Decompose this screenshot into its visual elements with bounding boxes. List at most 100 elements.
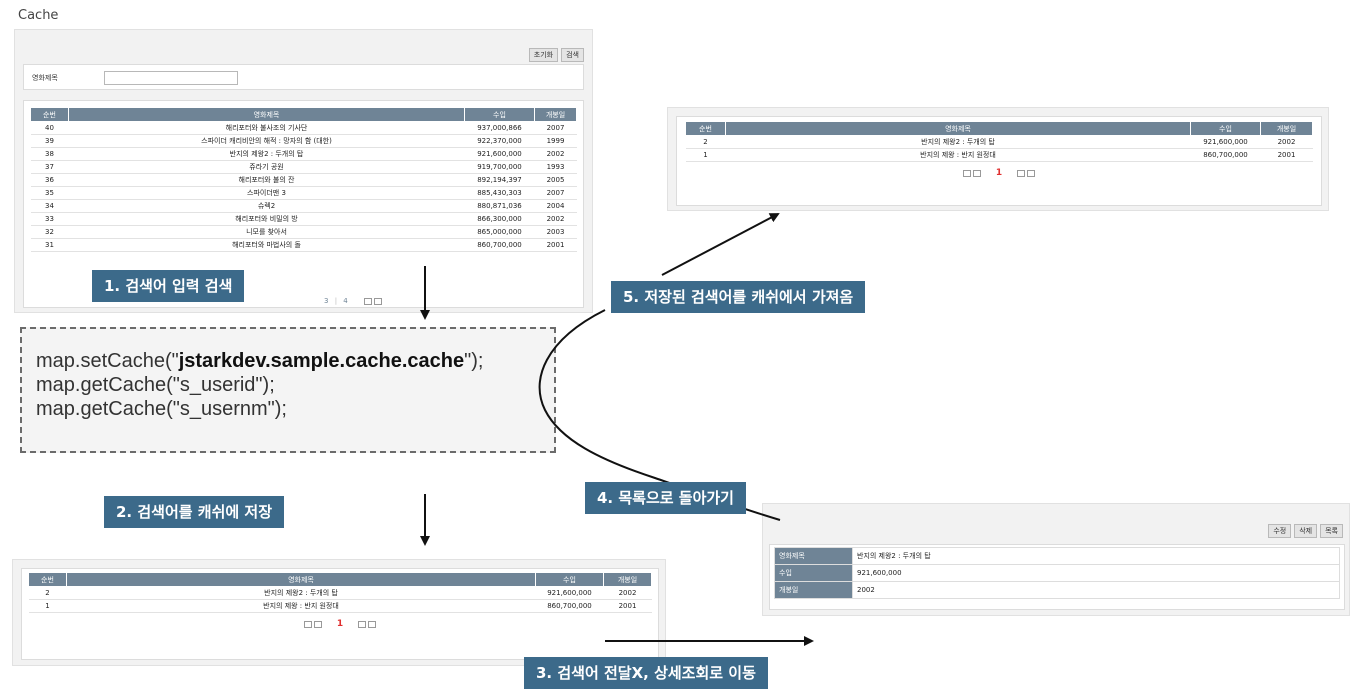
cell-title[interactable]: 반지의 제왕2 : 두개의 탑	[725, 135, 1191, 149]
table-row[interactable]: 31 해리포터와 마법사의 돌 860,700,000 2001	[30, 238, 577, 252]
first-page-icon[interactable]	[303, 620, 312, 628]
code-snippet: map.setCache("jstarkdev.sample.cache.cac…	[20, 327, 556, 453]
cell-year: 1999	[534, 134, 577, 148]
cell-year: 2001	[603, 599, 652, 613]
cell-title[interactable]: 해리포터와 불의 잔	[68, 173, 465, 187]
cell-revenue: 892,194,397	[464, 173, 535, 187]
current-page[interactable]: 1	[337, 619, 343, 629]
next-page-icon[interactable]	[1017, 169, 1026, 177]
search-button[interactable]: 검색	[561, 48, 584, 62]
cell-year: 2002	[603, 586, 652, 600]
detail-row: 수입 921,600,000	[774, 564, 1340, 582]
table-row[interactable]: 33 해리포터와 비밀의 방 866,300,000 2002	[30, 212, 577, 226]
column-header: 개봉일	[1260, 121, 1313, 136]
cache-key: jstarkdev.sample.cache.cache	[178, 350, 465, 372]
table-row[interactable]: 39 스파이더 캐리비안의 해적 : 망자의 함 (대한) 922,370,000 1…	[30, 134, 577, 148]
field-label: 수입	[774, 564, 853, 582]
page-link[interactable]: 4	[343, 297, 347, 305]
edit-button[interactable]: 수정	[1268, 524, 1292, 538]
cell-year: 2003	[534, 225, 577, 239]
field-value: 921,600,000	[852, 564, 1340, 582]
column-header: 수입	[464, 107, 535, 122]
current-page[interactable]: 1	[996, 168, 1002, 178]
table-row[interactable]: 1 반지의 제왕 : 반지 원정대 860,700,000 2001	[28, 599, 652, 613]
table-row[interactable]: 32 니모를 찾아서 865,000,000 2003	[30, 225, 577, 239]
detail-row: 개봉일 2002	[774, 581, 1340, 599]
cell-title[interactable]: 슈렉2	[68, 199, 465, 213]
callout-step1: 1. 검색어 입력 검색	[92, 270, 245, 302]
cell-title[interactable]: 스파이더 캐리비안의 해적 : 망자의 함 (대한)	[68, 134, 465, 148]
cell-title[interactable]: 반지의 제왕 : 반지 원정대	[725, 148, 1191, 162]
page-link[interactable]: 3	[324, 297, 328, 305]
cell-year: 2002	[534, 212, 577, 226]
last-page-icon[interactable]	[374, 297, 383, 305]
cell-title[interactable]: 니모를 찾아서	[68, 225, 465, 239]
delete-button[interactable]: 삭제	[1294, 524, 1318, 538]
table-row[interactable]: 38 반지의 제왕2 : 두개의 탑 921,600,000 2002	[30, 147, 577, 161]
column-header: 순번	[28, 572, 67, 587]
table-row[interactable]: 1 반지의 제왕 : 반지 원정대 860,700,000 2001	[685, 148, 1313, 162]
pagination: 1	[28, 619, 652, 629]
cell-year: 2002	[1260, 135, 1313, 149]
list-button[interactable]: 목록	[1320, 524, 1343, 538]
cell-revenue: 866,300,000	[464, 212, 535, 226]
column-header: 영화제목	[68, 107, 465, 122]
cell-revenue: 860,700,000	[1190, 148, 1261, 162]
table-row[interactable]: 35 스파이더맨 3 885,430,303 2007	[30, 186, 577, 200]
prev-page-icon[interactable]	[313, 620, 322, 628]
arrow-step5	[661, 213, 780, 276]
detail-screen: 수정 삭제 목록 영화제목 반지의 제왕2 : 두개의 탑 수입 921,600,000…	[762, 503, 1350, 616]
search-input[interactable]	[104, 71, 238, 85]
cell-title[interactable]: 쥬라기 공원	[68, 160, 465, 174]
cell-title[interactable]: 해리포터와 마법사의 돌	[68, 238, 465, 252]
cell-title[interactable]: 반지의 제왕2 : 두개의 탑	[66, 586, 536, 600]
table-row[interactable]: 2 반지의 제왕2 : 두개의 탑 921,600,000 2002	[28, 586, 652, 600]
callout-step3: 3. 검색어 전달X, 상세조회로 이동	[524, 657, 768, 689]
column-header: 영화제목	[66, 572, 536, 587]
last-page-icon[interactable]	[1027, 169, 1036, 177]
movie-table: 순번 영화제목 수입 개봉일 40 해리포터와 불사조의 기사단 937,000,8…	[30, 107, 577, 252]
cell-title[interactable]: 반지의 제왕2 : 두개의 탑	[68, 147, 465, 161]
cell-revenue: 860,700,000	[464, 238, 535, 252]
first-page-icon[interactable]	[962, 169, 971, 177]
table-row[interactable]: 40 해리포터와 불사조의 기사단 937,000,866 2007	[30, 121, 577, 135]
search-label: 영화제목	[32, 74, 58, 82]
table-row[interactable]: 37 쥬라기 공원 919,700,000 1993	[30, 160, 577, 174]
cell-title[interactable]: 해리포터와 불사조의 기사단	[68, 121, 465, 135]
field-value: 2002	[852, 581, 1340, 599]
next-page-icon[interactable]	[364, 297, 372, 305]
detail-body: 영화제목 반지의 제왕2 : 두개의 탑 수입 921,600,000 개봉일 200…	[769, 544, 1345, 610]
prev-page-icon[interactable]	[972, 169, 981, 177]
callout-step4: 4. 목록으로 돌아가기	[585, 482, 746, 514]
result-table: 순번 영화제목 수입 개봉일 2 반지의 제왕2 : 두개의 탑 921,600,0…	[28, 572, 652, 613]
cell-revenue: 865,000,000	[464, 225, 535, 239]
cell-revenue: 919,700,000	[464, 160, 535, 174]
cell-title[interactable]: 해리포터와 비밀의 방	[68, 212, 465, 226]
returned-list-body: 순번 영화제목 수입 개봉일 2 반지의 제왕2 : 두개의 탑 921,600,0…	[676, 116, 1322, 206]
result-list-body: 순번 영화제목 수입 개봉일 2 반지의 제왕2 : 두개의 탑 921,600,0…	[21, 568, 659, 660]
cell-no: 38	[30, 147, 69, 161]
cell-year: 2002	[534, 147, 577, 161]
code-line-get-usernm: map.getCache("s_usernm");	[36, 398, 287, 420]
cell-revenue: 921,600,000	[1190, 135, 1261, 149]
table-row[interactable]: 34 슈렉2 880,871,036 2004	[30, 199, 577, 213]
next-page-icon[interactable]	[358, 620, 367, 628]
cell-title[interactable]: 스파이더맨 3	[68, 186, 465, 200]
table-row[interactable]: 2 반지의 제왕2 : 두개의 탑 921,600,000 2002	[685, 135, 1313, 149]
cell-title[interactable]: 반지의 제왕 : 반지 원정대	[66, 599, 536, 613]
last-page-icon[interactable]	[368, 620, 377, 628]
table-row[interactable]: 36 해리포터와 불의 잔 892,194,397 2005	[30, 173, 577, 187]
reset-button[interactable]: 초기화	[528, 48, 559, 62]
returned-list-screen: 순번 영화제목 수입 개봉일 2 반지의 제왕2 : 두개의 탑 921,600,0…	[667, 107, 1329, 211]
cell-no: 40	[30, 121, 69, 135]
cell-year: 2004	[534, 199, 577, 213]
search-toolbar: 초기화 검색	[526, 42, 584, 62]
column-header: 개봉일	[534, 107, 577, 122]
column-header: 순번	[685, 121, 726, 136]
callout-step5: 5. 저장된 검색어를 캐쉬에서 가져옴	[611, 281, 866, 313]
detail-table: 영화제목 반지의 제왕2 : 두개의 탑 수입 921,600,000 개봉일 200…	[774, 547, 1340, 599]
field-label: 영화제목	[774, 547, 853, 565]
column-header: 순번	[30, 107, 69, 122]
cell-no: 34	[30, 199, 69, 213]
cell-year: 2007	[534, 121, 577, 135]
